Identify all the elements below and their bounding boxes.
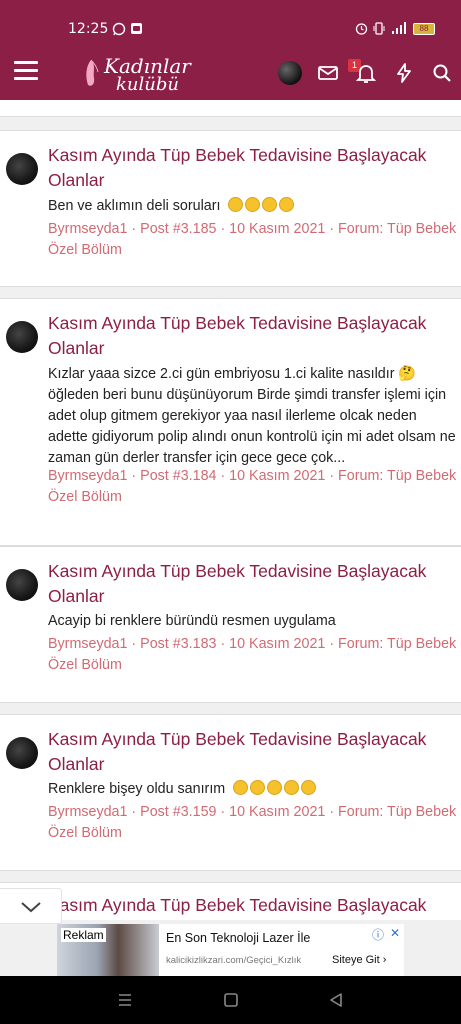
post-meta[interactable]: Byrmseyda1 · Post #3.184 · 10 Kasım 2021…	[48, 466, 458, 508]
thread-title[interactable]: Kasım Ayında Tüp Bebek Tedavisine Başlay…	[48, 893, 453, 918]
envelope-icon[interactable]	[316, 61, 340, 85]
post-meta-line2[interactable]: Özel Bölüm	[48, 823, 458, 844]
result-card[interactable]: Kasım Ayında Tüp Bebek Tedavisine Başlay…	[0, 882, 461, 920]
post-meta-line1[interactable]: Byrmseyda1 · Post #3.184 · 10 Kasım 2021…	[48, 466, 458, 487]
emoji-icon	[228, 197, 244, 212]
user-avatar[interactable]	[278, 61, 302, 85]
post-snippet-text: Ben ve aklımın deli soruları	[48, 198, 221, 214]
post-meta[interactable]: Byrmseyda1 · Post #3.185 · 10 Kasım 2021…	[48, 219, 458, 261]
author-avatar[interactable]	[6, 569, 38, 601]
app-header: 12:25 88 Kadınlar kulübü 1	[0, 0, 461, 100]
recent-apps-icon[interactable]	[113, 988, 137, 1012]
system-nav-bar	[0, 976, 461, 1024]
ad-cta-button[interactable]: Siteye Git ›	[332, 954, 386, 966]
thread-title[interactable]: Kasım Ayında Tüp Bebek Tedavisine Başlay…	[48, 559, 453, 609]
ad-cta-label[interactable]: Siteye Git	[332, 954, 380, 966]
post-meta-line2[interactable]: Özel Bölüm	[48, 240, 458, 261]
emoji-icon	[250, 780, 266, 795]
author-avatar[interactable]	[6, 321, 38, 353]
signal-icon	[391, 22, 407, 38]
ad-headline[interactable]: En Son Teknoloji Lazer İle	[166, 931, 310, 945]
ad-close-icon[interactable]: ✕	[390, 926, 400, 940]
ad-banner[interactable]: Reklam En Son Teknoloji Lazer İle ⓘ ✕ ka…	[57, 924, 404, 976]
top-nav: Kadınlar kulübü 1	[0, 48, 461, 98]
thread-title[interactable]: Kasım Ayında Tüp Bebek Tedavisine Başlay…	[48, 143, 453, 193]
thread-title[interactable]: Kasım Ayında Tüp Bebek Tedavisine Başlay…	[48, 311, 453, 361]
emoji-icon	[245, 197, 261, 212]
author-avatar[interactable]	[6, 153, 38, 185]
emoji-icon	[279, 197, 295, 212]
emoji-icon	[284, 780, 300, 795]
alarm-icon	[355, 22, 368, 38]
ad-info-icon[interactable]: ⓘ	[372, 926, 384, 943]
bell-icon[interactable]	[354, 61, 378, 85]
post-meta-line1[interactable]: Byrmseyda1 · Post #3.185 · 10 Kasım 2021…	[48, 219, 458, 240]
post-meta-line1[interactable]: Byrmseyda1 · Post #3.159 · 10 Kasım 2021…	[48, 802, 458, 823]
ad-url: kalicikizlikzari.com/Geçici_Kızlık	[166, 955, 302, 966]
post-snippet: Acayip bi renklere büründü resmen uygula…	[48, 613, 336, 629]
result-card-fragment	[0, 100, 461, 117]
chevron-down-icon	[21, 902, 41, 913]
post-meta[interactable]: Byrmseyda1 · Post #3.183 · 10 Kasım 2021…	[48, 634, 458, 676]
site-logo[interactable]: Kadınlar kulübü	[80, 52, 191, 95]
post-meta[interactable]: Byrmseyda1 · Post #3.159 · 10 Kasım 2021…	[48, 802, 458, 844]
post-meta-line2[interactable]: Özel Bölüm	[48, 655, 458, 676]
ad-label: Reklam	[61, 928, 106, 942]
logo-line2: kulübü	[116, 74, 179, 95]
search-results-feed[interactable]: Kasım Ayında Tüp Bebek Tedavisine Başlay…	[0, 100, 461, 920]
emoji-icon	[301, 780, 317, 795]
whatsapp-icon	[112, 22, 126, 39]
result-card[interactable]: Kasım Ayında Tüp Bebek Tedavisine Başlay…	[0, 130, 461, 287]
post-snippet: Ben ve aklımın deli soruları	[48, 196, 458, 217]
status-time: 12:25	[68, 21, 109, 37]
author-avatar[interactable]	[6, 737, 38, 769]
scroll-down-button[interactable]	[0, 888, 62, 924]
battery-indicator: 88	[413, 23, 435, 35]
message-icon	[130, 22, 143, 38]
home-icon[interactable]	[219, 988, 243, 1012]
post-meta-line1[interactable]: Byrmseyda1 · Post #3.183 · 10 Kasım 2021…	[48, 634, 458, 655]
post-meta-line2[interactable]: Özel Bölüm	[48, 487, 458, 508]
thread-title[interactable]: Kasım Ayında Tüp Bebek Tedavisine Başlay…	[48, 727, 453, 777]
post-snippet: Renklere bişey oldu sanırım	[48, 779, 458, 800]
result-card[interactable]: Kasım Ayında Tüp Bebek Tedavisine Başlay…	[0, 298, 461, 546]
status-bar: 12:25 88	[0, 0, 461, 44]
ballet-shoe-icon	[86, 59, 99, 86]
lightning-icon[interactable]	[392, 61, 416, 85]
emoji-icon	[233, 780, 249, 795]
back-icon[interactable]	[324, 988, 348, 1012]
search-icon[interactable]	[430, 61, 454, 85]
emoji-icon	[262, 197, 278, 212]
post-snippet-text: Renklere bişey oldu sanırım	[48, 781, 226, 797]
post-snippet: Kızlar yaaa sizce 2.ci gün embriyosu 1.c…	[48, 366, 456, 466]
emoji-icon	[267, 780, 283, 795]
result-card[interactable]: Kasım Ayında Tüp Bebek Tedavisine Başlay…	[0, 714, 461, 871]
result-card[interactable]: Kasım Ayında Tüp Bebek Tedavisine Başlay…	[0, 546, 461, 703]
vibrate-icon	[373, 22, 385, 38]
menu-icon[interactable]	[14, 61, 38, 81]
